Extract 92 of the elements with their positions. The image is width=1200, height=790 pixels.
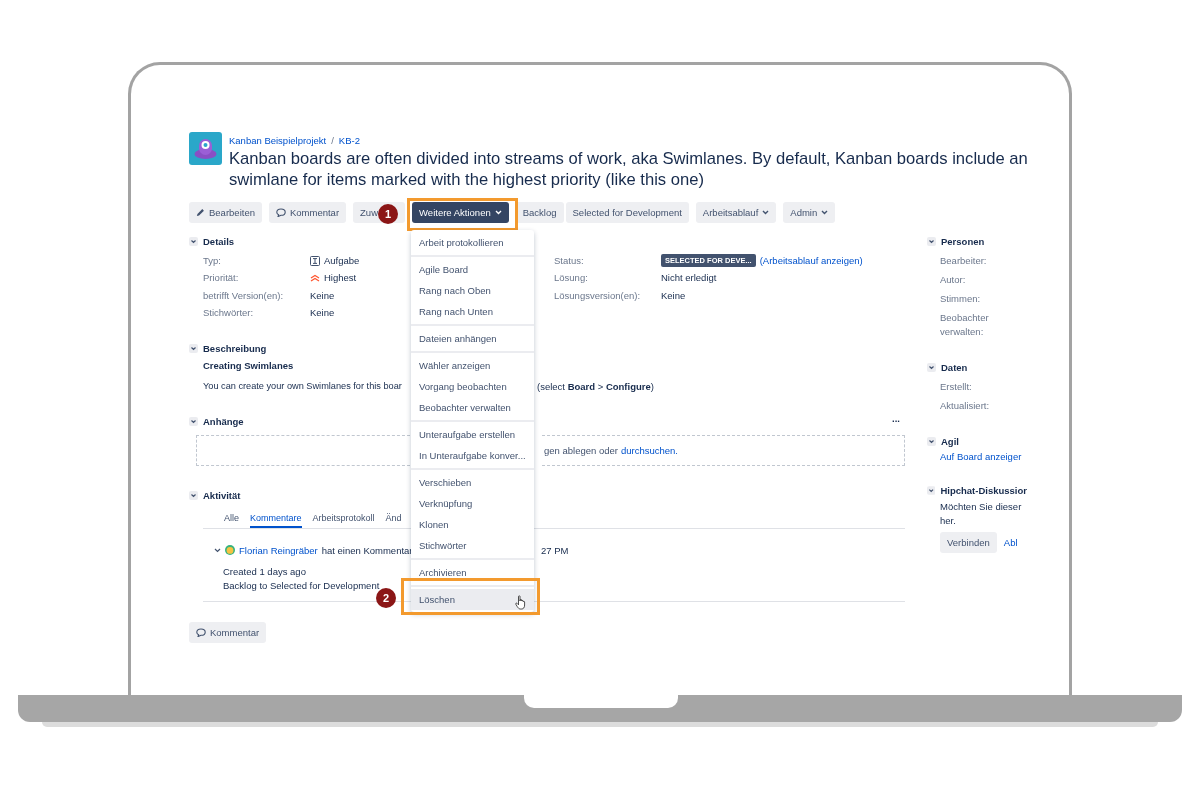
collapse-chevron-icon[interactable] (214, 547, 221, 553)
author-link[interactable]: Florian Reingräber (239, 544, 318, 556)
field-value: Keine (310, 307, 335, 319)
workflow-link[interactable]: (Arbeitsablauf anzeigen) (759, 255, 863, 267)
menu-item[interactable]: Rang nach Unten (411, 301, 534, 322)
field-label: betrifft Version(en): (203, 289, 285, 301)
field-value: Aufgabe (324, 255, 360, 267)
activity-tab[interactable]: Änd (385, 513, 402, 529)
section-title: Personen (941, 235, 985, 247)
menu-item[interactable]: Vorgang beobachten (411, 376, 534, 397)
user-avatar-icon (225, 545, 235, 556)
field-label: Bearbeiter: (939, 254, 988, 268)
field-label: Stichwörter: (203, 307, 255, 319)
sidebar-link[interactable]: Abl (1003, 537, 1018, 548)
field-label: Lösung: (554, 272, 589, 284)
priority-arrows-icon (310, 273, 320, 282)
menu-item[interactable]: Stichwörter (411, 535, 534, 556)
menu-item[interactable]: Wähler anzeigen (411, 355, 534, 376)
field-label: Beobachter verwalten: (939, 311, 990, 339)
comment-icon (196, 628, 206, 638)
menu-item[interactable]: Agile Board (411, 259, 534, 280)
section-title: Agil (941, 435, 959, 447)
activity-tab[interactable]: Arbeitsprotokoll (312, 513, 375, 529)
issue-title: Kanban boards are often divided into streams of work, aka Swimlanes. By default, Kanban boards include an swimlane for items marked with the highest priority (like this one) (229, 148, 1029, 190)
field-label: Status: (554, 255, 585, 267)
step-badge: 2 (376, 588, 396, 608)
section-title: Beschreibung (203, 342, 267, 354)
breadcrumb-separator: / (331, 134, 334, 146)
description-heading: Creating Swimlanes (203, 360, 294, 372)
field-label: Aktualisiert: (939, 399, 991, 413)
attachment-dropzone[interactable]: gen ablegen oder durchsuchen. (542, 435, 905, 467)
activity-tab[interactable]: Alle (224, 513, 239, 529)
menu-item[interactable]: Arbeit protokollieren (411, 232, 534, 253)
field-value: Keine (661, 289, 686, 301)
task-type-icon (310, 255, 320, 266)
activity-tab[interactable]: Kommentare (250, 513, 302, 529)
comment-button[interactable]: Kommentar (189, 622, 267, 644)
toolbar-button[interactable]: Backlog (515, 202, 564, 223)
section-title: Details (203, 235, 235, 247)
toolbar-button[interactable]: Arbeitsablauf (695, 202, 777, 223)
chevron-icon[interactable] (189, 236, 198, 246)
field-label: Stimmen: (939, 292, 982, 306)
menu-item[interactable]: Verknüpfung (411, 493, 534, 514)
comment-time: 27 PM (541, 544, 569, 556)
field-value: Keine (310, 289, 335, 301)
sidebar-link[interactable]: Auf Board anzeiger (940, 451, 1022, 462)
breadcrumb-link[interactable]: KB-2 (338, 134, 360, 146)
menu-item[interactable]: Beobachter verwalten (411, 397, 534, 418)
chevron-icon[interactable] (927, 436, 936, 446)
chevron-icon[interactable] (189, 416, 198, 426)
toolbar-button[interactable]: Weitere Aktionen (412, 202, 509, 223)
field-label: Priorität: (203, 272, 240, 284)
section-title: Hipchat-Diskussior (940, 484, 1027, 496)
breadcrumb-link[interactable]: Kanban Beispielprojekt (229, 134, 327, 146)
menu-item[interactable]: Klonen (411, 514, 534, 535)
chevron-icon[interactable] (189, 343, 198, 353)
connect-button[interactable]: Verbinden (940, 532, 997, 553)
description-text: (select Board > Configure) (537, 380, 654, 392)
field-value: Highest (324, 272, 357, 284)
menu-item[interactable]: Rang nach Oben (411, 280, 534, 301)
description-text: You can create your own Swimlanes for this boar (203, 381, 403, 392)
menu-item[interactable]: Unteraufgabe erstellen (411, 424, 534, 445)
section-title: Aktivität (203, 489, 241, 501)
field-label: Autor: (939, 273, 967, 287)
menu-item[interactable]: In Unteraufgabe konver... (411, 445, 534, 466)
chevron-icon[interactable] (927, 362, 936, 372)
comment-action: hat einen Kommentar (321, 544, 413, 556)
chevron-icon[interactable] (189, 490, 198, 500)
dropzone-text: gen ablegen oder (544, 445, 618, 457)
menu-item[interactable]: Archivieren (411, 562, 534, 583)
menu-item[interactable]: Dateien anhängen (411, 328, 534, 349)
more-options[interactable]: ... (892, 413, 900, 425)
pencil-icon (196, 208, 205, 217)
menu-item[interactable]: Verschieben (411, 472, 534, 493)
toolbar-button[interactable]: Bearbeiten (189, 202, 262, 223)
toolbar-button[interactable]: Admin (783, 202, 836, 223)
chevron-icon[interactable] (927, 236, 936, 246)
project-avatar-icon (189, 132, 222, 165)
field-value: Nicht erledigt (661, 272, 717, 284)
hipchat-text: Möchten Sie dieser her. (939, 500, 1023, 528)
section-title: Daten (941, 361, 968, 373)
toolbar-button[interactable]: Kommentar (268, 202, 347, 223)
menu-item[interactable]: Löschen (411, 589, 534, 610)
toolbar-button[interactable]: Selected for Development (565, 202, 689, 223)
section-title: Anhänge (203, 415, 244, 427)
chevron-icon[interactable] (927, 485, 936, 495)
browse-link[interactable]: durchsuchen. (620, 445, 678, 457)
field-label: Erstellt: (939, 380, 973, 394)
field-label: Typ: (203, 255, 222, 267)
comment-icon (275, 208, 286, 217)
comment-text: Created 1 days ago (223, 566, 306, 578)
field-label: Lösungsversion(en): (554, 289, 642, 301)
